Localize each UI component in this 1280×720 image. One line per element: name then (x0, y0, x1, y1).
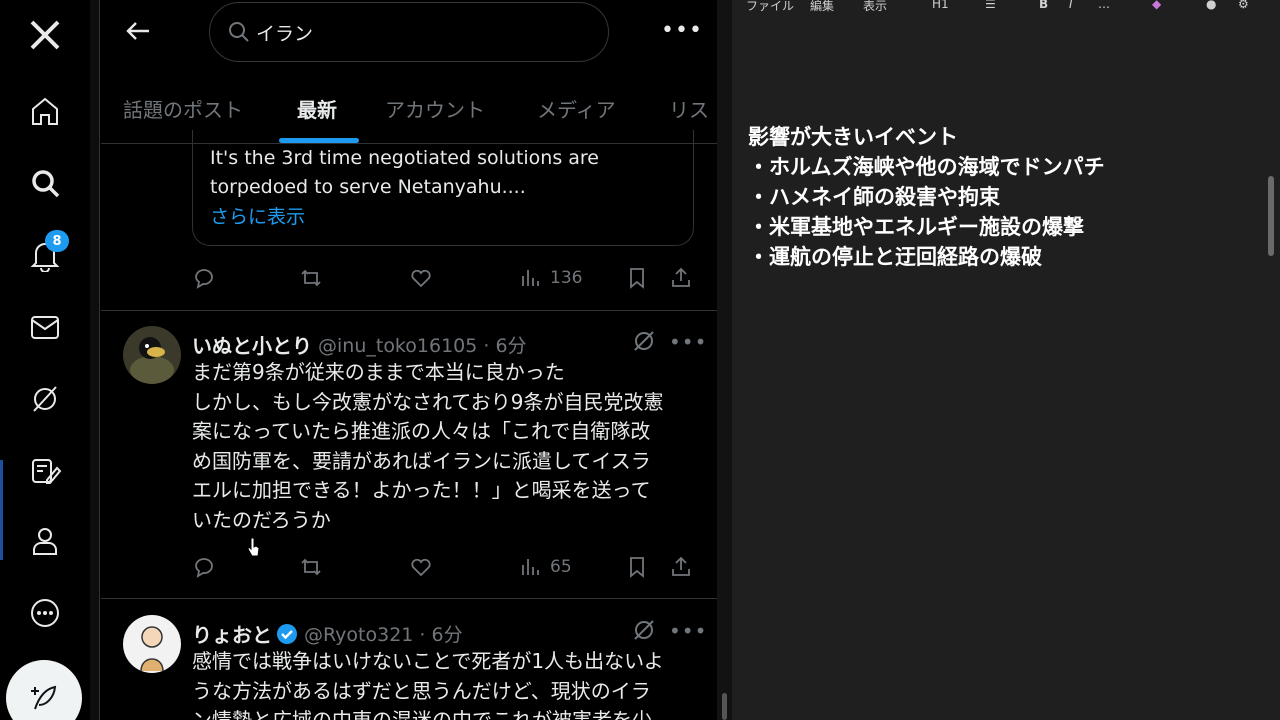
post-author[interactable]: りょおと @Ryoto321 · 6分 (192, 619, 463, 648)
more-options-icon[interactable]: ••• (669, 619, 707, 643)
post-author[interactable]: いぬと小とり @inu_toko16105 · 6分 (192, 330, 527, 359)
repost-icon[interactable] (299, 552, 323, 582)
notifications-badge: 8 (45, 230, 69, 252)
divider (90, 0, 100, 720)
search-icon (229, 22, 249, 42)
compose-post-button[interactable] (6, 660, 82, 720)
divider (101, 598, 717, 599)
share-icon[interactable] (669, 263, 693, 293)
search-icon[interactable] (22, 160, 68, 206)
avatar[interactable] (123, 615, 181, 673)
sidebar-nav: 8 (0, 0, 90, 720)
settings-gear-icon[interactable]: ⚙ (1238, 0, 1249, 11)
bookmark-icon[interactable] (625, 263, 649, 293)
show-more-link[interactable]: さらに表示 (210, 202, 305, 229)
author-name[interactable]: いぬと小とり (192, 330, 312, 359)
more-tools-button[interactable]: … (1098, 0, 1110, 11)
italic-button[interactable]: I (1069, 0, 1073, 11)
mail-icon[interactable] (22, 304, 68, 350)
post-text: 感情では戦争はいけないことで死者が1人も出ないよ うな方法があるはずだと思うんだ… (192, 649, 664, 720)
like-icon[interactable] (409, 552, 433, 582)
home-icon[interactable] (22, 88, 68, 134)
more-options-icon[interactable]: ••• (669, 330, 707, 354)
bookmark-icon[interactable] (625, 552, 649, 582)
editor-content[interactable]: 影響が大きいイベント ・ホルムズ海峡や他の海域でドンパチ ・ハメネイ師の殺害や拘… (748, 122, 1105, 272)
quoted-post-text: It's the 3rd time negotiated solutions a… (210, 147, 599, 198)
more-icon[interactable] (22, 590, 68, 636)
timeline-scrollbar[interactable] (717, 0, 732, 720)
views-count: 136 (550, 268, 583, 288)
author-handle[interactable]: @Ryoto321 · 6分 (304, 620, 463, 647)
share-icon[interactable] (669, 552, 693, 582)
search-bar[interactable] (209, 2, 609, 62)
mouse-pointer-icon (247, 537, 260, 557)
scrollbar-thumb[interactable] (722, 693, 727, 720)
author-name[interactable]: りょおと (192, 619, 272, 648)
tab-lists[interactable]: リス (669, 94, 709, 123)
list-dropdown-icon[interactable]: ☰ (985, 0, 996, 11)
editor-toolbar: ファイル 編集 表示 H1 ☰ B I … ◆ ● ⚙ (732, 0, 1280, 14)
profile-icon[interactable] (22, 518, 68, 564)
account-icon[interactable]: ● (1206, 0, 1216, 11)
author-handle[interactable]: @inu_toko16105 · 6分 (318, 331, 527, 358)
menu-file[interactable]: ファイル (746, 0, 794, 14)
tab-accounts[interactable]: アカウント (385, 94, 485, 123)
divider (101, 310, 717, 311)
post-actions: 65 (192, 552, 696, 582)
reply-icon[interactable] (192, 263, 216, 293)
scrollbar-thumb[interactable] (1268, 176, 1274, 256)
search-input[interactable] (256, 21, 556, 43)
grok-icon[interactable] (22, 376, 68, 422)
tab-top[interactable]: 話題のポスト (123, 94, 243, 123)
like-icon[interactable] (409, 263, 433, 293)
timeline-column: ••• 話題のポスト 最新 アカウント メディア リス It's the 3rd… (101, 0, 717, 720)
post-text: まだ第9条が従来のままで本当に良かった しかし、もし今改憲がなされており9条が自… (192, 360, 664, 532)
copilot-icon[interactable]: ◆ (1152, 0, 1161, 11)
verified-badge-icon (277, 623, 297, 644)
post-actions: 136 (192, 263, 696, 293)
avatar[interactable] (123, 326, 181, 384)
back-arrow-icon[interactable] (123, 16, 153, 46)
tab-latest[interactable]: 最新 (297, 94, 337, 123)
reply-icon[interactable] (192, 552, 216, 582)
nav-accent-bar (0, 460, 3, 560)
views-count: 65 (550, 557, 572, 577)
editor-scrollbar[interactable] (1264, 0, 1280, 720)
views-stat[interactable]: 65 (518, 552, 572, 582)
menu-view[interactable]: 表示 (863, 0, 887, 14)
edit-icon[interactable] (22, 448, 68, 494)
heading-dropdown[interactable]: H1 (932, 0, 949, 11)
text-editor: ファイル 編集 表示 H1 ☰ B I … ◆ ● ⚙ 影響が大きいイベント ・… (732, 0, 1280, 720)
tab-media[interactable]: メディア (537, 94, 616, 123)
views-stat[interactable]: 136 (518, 263, 582, 293)
more-options-icon[interactable]: ••• (661, 18, 703, 43)
grok-icon[interactable] (631, 617, 657, 643)
x-logo-icon[interactable] (22, 12, 68, 58)
menu-edit[interactable]: 編集 (810, 0, 834, 14)
bold-button[interactable]: B (1039, 0, 1048, 11)
grok-icon[interactable] (631, 328, 657, 354)
repost-icon[interactable] (299, 263, 323, 293)
